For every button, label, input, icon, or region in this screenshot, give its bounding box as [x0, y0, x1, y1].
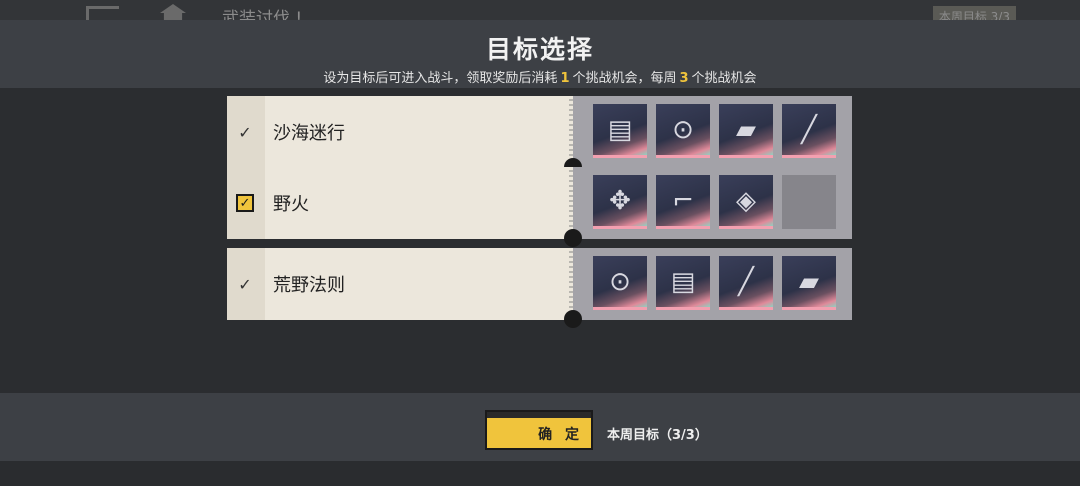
blueprint-icon[interactable]: ⊙	[593, 256, 647, 310]
week-target-count: 本周目标（3/3）	[607, 428, 708, 443]
target-row-1[interactable]: ✓ 沙海迷行 ▤ ⊙ ▰ ╱	[227, 96, 852, 176]
launcher-icon[interactable]: ▰	[719, 104, 773, 158]
modal-title: 目标选择	[485, 35, 594, 64]
target-name: 沙海迷行	[273, 123, 345, 144]
subtitle-count-1: 1	[560, 71, 570, 86]
target-card: ✓ 沙海迷行	[227, 96, 573, 168]
reward-panel: ▤ ⊙ ▰ ╱	[573, 96, 852, 168]
reward-panel: ✥ ⌐ ◈	[573, 167, 852, 239]
confirm-button[interactable]: 确 定	[485, 410, 593, 450]
empty-slot	[782, 175, 836, 229]
blueprint-icon[interactable]: ▤	[656, 256, 710, 310]
modal-subtitle: 设为目标后可进入战斗，领取奖励后消耗 1 个挑战机会，每周 3 个挑战机会	[0, 67, 1080, 86]
launcher-icon[interactable]: ▰	[782, 256, 836, 310]
target-card: ✓ 野火	[227, 167, 573, 239]
pistol-icon[interactable]: ⌐	[656, 175, 710, 229]
subtitle-count-2: 3	[679, 71, 689, 86]
subtitle-text-1: 设为目标后可进入战斗，领取奖励后消耗	[323, 71, 558, 86]
ticket-notch	[564, 310, 582, 328]
confirm-label: 确 定	[538, 427, 583, 443]
subtitle-text-3: 个挑战机会	[691, 71, 757, 86]
armor-icon[interactable]: ◈	[719, 175, 773, 229]
rifle-icon[interactable]: ╱	[782, 104, 836, 158]
bottom-strip	[0, 461, 1080, 486]
blueprint-icon[interactable]: ▤	[593, 104, 647, 158]
target-name: 荒野法则	[273, 275, 345, 296]
checkbox-unchecked-icon[interactable]: ✓	[236, 123, 254, 142]
reward-panel: ⊙ ▤ ╱ ▰	[573, 248, 852, 320]
target-row-2[interactable]: ✓ 野火 ✥ ⌐ ◈	[227, 167, 852, 247]
rifle-icon[interactable]: ╱	[719, 256, 773, 310]
target-card: ✓ 荒野法则	[227, 248, 573, 320]
blueprint-icon[interactable]: ⊙	[656, 104, 710, 158]
ticket-notch	[564, 229, 582, 247]
target-row-3[interactable]: ✓ 荒野法则 ⊙ ▤ ╱ ▰	[227, 248, 852, 328]
checkbox-checked-icon[interactable]: ✓	[236, 194, 254, 212]
subtitle-text-2: 个挑战机会，每周	[572, 71, 677, 86]
target-name: 野火	[273, 194, 309, 215]
checkbox-unchecked-icon[interactable]: ✓	[236, 275, 254, 294]
mech-legs-icon[interactable]: ✥	[593, 175, 647, 229]
